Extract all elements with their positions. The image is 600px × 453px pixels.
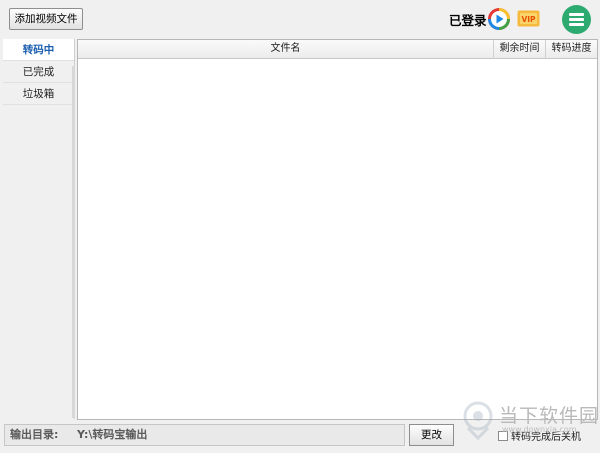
- tab-trash[interactable]: 垃圾箱: [3, 83, 74, 105]
- column-remaining-time[interactable]: 剩余时间: [493, 40, 545, 59]
- tab-transcoding-label: 转码中: [22, 44, 55, 56]
- hamburger-menu-icon-bar: [569, 18, 584, 21]
- tab-transcoding[interactable]: 转码中: [3, 39, 74, 61]
- tab-completed-label: 已完成: [22, 66, 55, 78]
- watermark-brand-text: 当下软件园: [499, 405, 600, 427]
- play-circle-icon[interactable]: [487, 7, 511, 31]
- output-directory-field: 输出目录: Y:\转码宝输出: [4, 424, 405, 446]
- tab-trash-label: 垃圾箱: [22, 88, 55, 100]
- login-status[interactable]: 已登录: [449, 10, 487, 29]
- hamburger-menu-icon-bar: [569, 23, 584, 26]
- column-file-name[interactable]: 文件名: [78, 40, 493, 59]
- toolbar: 添加视频文件 已登录 VIP: [0, 0, 600, 38]
- watermark-url-text: www.downxia.com: [502, 425, 577, 434]
- output-directory-path: Y:\转码宝输出: [77, 428, 148, 441]
- app-window: 添加视频文件 已登录 VIP 转码中 已完成 垃圾箱 文件名 剩余时间 转码进度…: [0, 0, 600, 453]
- list-header: 文件名 剩余时间 转码进度: [78, 40, 597, 59]
- tab-completed[interactable]: 已完成: [3, 61, 74, 83]
- sidebar: 转码中 已完成 垃圾箱: [3, 39, 75, 419]
- file-list[interactable]: 文件名 剩余时间 转码进度: [77, 39, 598, 420]
- change-directory-button[interactable]: 更改: [409, 424, 454, 446]
- watermark-logo-icon: [463, 401, 493, 440]
- add-video-file-button[interactable]: 添加视频文件: [9, 8, 83, 30]
- output-directory-label: 输出目录:: [10, 428, 59, 441]
- sidebar-divider: [72, 66, 75, 418]
- main-menu-button[interactable]: [562, 5, 591, 34]
- vip-text: VIP: [521, 15, 536, 24]
- vip-ticket-icon[interactable]: VIP: [517, 10, 540, 27]
- column-progress[interactable]: 转码进度: [545, 40, 597, 59]
- hamburger-menu-icon: [569, 13, 584, 16]
